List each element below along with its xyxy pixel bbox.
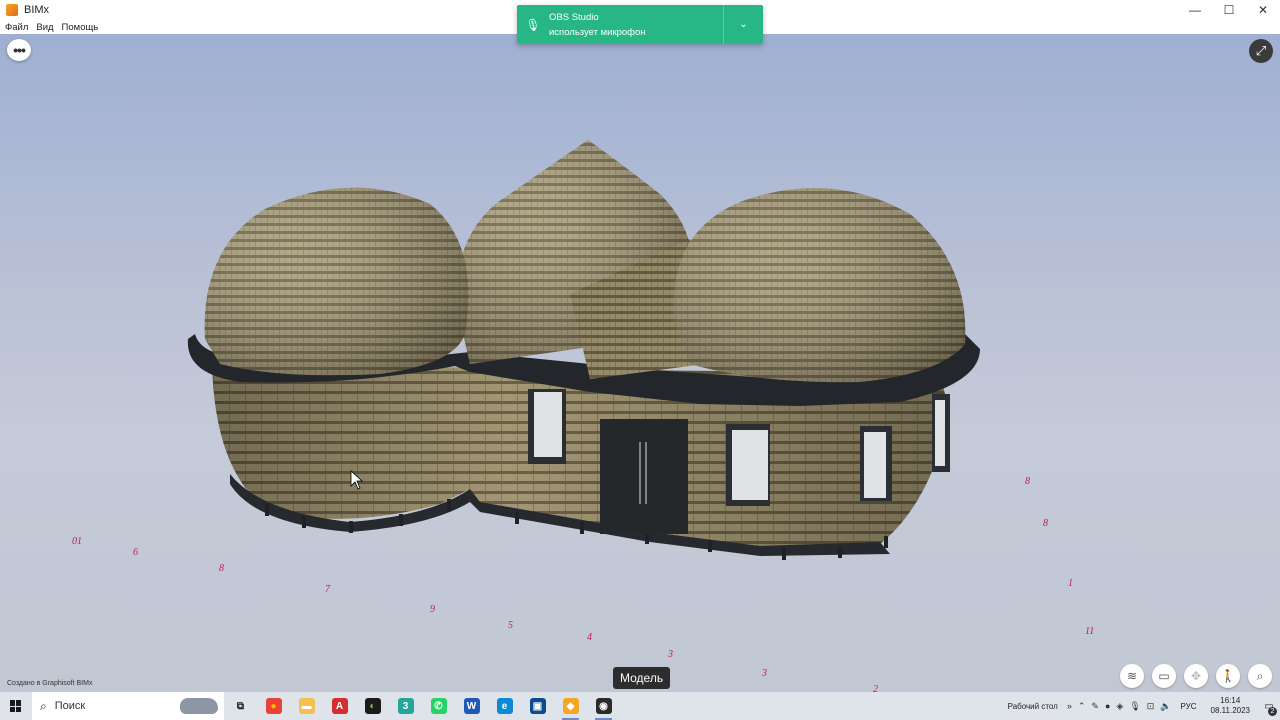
obs-icon: ◉ — [595, 698, 612, 714]
windows-logo-icon — [10, 700, 22, 712]
menu-view[interactable]: Вид — [36, 22, 53, 33]
notification-count: 2 — [1268, 707, 1277, 716]
network-icon[interactable]: ⊡ — [1147, 701, 1155, 712]
notification-app-name: OBS Studio — [549, 11, 599, 23]
grid-label: 8 — [1043, 518, 1048, 529]
chevron-down-icon[interactable]: ⌄ — [723, 5, 763, 44]
grid-label: 4 — [587, 632, 592, 643]
model-viewport[interactable]: 01 6 8 7 9 5 4 3 3 2 1 8 8 11 ••• ⤢ Созд… — [0, 34, 1280, 692]
task-view-icon: ⧉ — [236, 700, 245, 712]
taskbar-app-edge[interactable]: e — [488, 692, 521, 720]
desktop-chevron-icon[interactable]: » — [1067, 701, 1072, 711]
grid-label: 3 — [761, 668, 767, 679]
microphone-icon[interactable]: 🎙 — [1129, 701, 1140, 712]
app-monitor-icon: ▣ — [529, 698, 546, 714]
walk-icon[interactable]: 🚶 — [1216, 664, 1240, 688]
app-green-icon: ◐ — [364, 698, 381, 714]
obs-notification[interactable]: 🎙 OBS Studio использует микрофон ⌄ — [517, 5, 763, 44]
layers-icon[interactable]: ≋ — [1120, 664, 1144, 688]
taskbar-app-acrobat[interactable]: A — [323, 692, 356, 720]
taskbar-app-app-3[interactable]: 3 — [389, 692, 422, 720]
roof-domes — [204, 140, 966, 383]
gamepad-icon[interactable]: ✥ — [1184, 664, 1208, 688]
grid-label: 2 — [873, 684, 878, 692]
grid-label: 5 — [508, 620, 513, 631]
grid-label: 7 — [325, 584, 331, 595]
desktop-toolbar-label[interactable]: Рабочий стол — [1008, 702, 1058, 711]
microphone-icon: 🎙 — [525, 17, 541, 32]
taskbar-app-task-view[interactable]: ⧉ — [224, 692, 257, 720]
notification-center-icon[interactable]: ▭ 2 — [1258, 692, 1280, 720]
clock[interactable]: 16:14 08.11.2023 — [1211, 696, 1250, 716]
shield-icon[interactable]: ◈ — [1116, 701, 1123, 712]
viewer-menu-button[interactable]: ••• — [7, 39, 31, 61]
language-indicator[interactable]: РУС — [1181, 702, 1197, 711]
taskbar-app-bimx[interactable]: ◆ — [554, 692, 587, 720]
building-model-render: 01 6 8 7 9 5 4 3 3 2 1 8 8 11 — [72, 140, 1094, 692]
bimx-icon: ◆ — [562, 698, 579, 714]
taskbar-search[interactable]: ⌕ Поиск — [32, 692, 224, 720]
taskbar-app-whatsapp[interactable]: ✆ — [422, 692, 455, 720]
app-word-icon: W — [463, 698, 480, 714]
taskbar-app-app-monitor[interactable]: ▣ — [521, 692, 554, 720]
taskbar-app-app-green[interactable]: ◐ — [356, 692, 389, 720]
grid-label: 01 — [72, 536, 82, 547]
acrobat-icon: A — [331, 698, 348, 714]
grid-label: 8 — [1025, 476, 1030, 487]
app-3-icon: 3 — [397, 698, 414, 714]
grid-label: 11 — [1085, 626, 1094, 637]
search-icon: ⌕ — [40, 698, 47, 713]
taskbar-apps: ⧉ ● ▬ A ◐ 3 ✆ We ▣ ◆ ◉ — [224, 692, 620, 720]
edge-icon: e — [496, 698, 513, 714]
taskbar: ⌕ Поиск ⧉ ● ▬ A ◐ 3 ✆ We ▣ ◆ ◉ Рабочий стол » ⌃ ✎ … — [0, 692, 1280, 720]
file-explorer-icon: ▬ — [298, 698, 315, 714]
search-zoom-icon[interactable]: ⌕ — [1248, 664, 1272, 688]
start-button[interactable] — [0, 692, 32, 720]
grid-label: 1 — [1068, 578, 1073, 589]
window-title: BIMx — [24, 4, 50, 16]
taskbar-app-obs[interactable]: ◉ — [587, 692, 620, 720]
tray-app-icon[interactable]: ● — [1105, 701, 1110, 711]
whatsapp-icon: ✆ — [430, 698, 447, 714]
close-button[interactable]: ✕ — [1246, 0, 1280, 20]
maximize-button[interactable]: ☐ — [1212, 0, 1246, 20]
model-mode-label[interactable]: Модель — [613, 667, 671, 689]
taskbar-app-file-explorer[interactable]: ▬ — [290, 692, 323, 720]
notification-message: использует микрофон — [549, 26, 646, 38]
grid-label: 8 — [219, 563, 224, 574]
viewer-window-icon[interactable]: ▭ — [1152, 664, 1176, 688]
search-placeholder: Поиск — [54, 700, 86, 712]
taskbar-app-chrome[interactable]: ● — [257, 692, 290, 720]
system-tray: Рабочий стол » ⌃ ✎ ● ◈ 🎙 ⊡ 🔈 РУС 16:14 0… — [1008, 692, 1280, 720]
menu-help[interactable]: Помощь — [62, 22, 99, 33]
pen-icon[interactable]: ✎ — [1091, 701, 1099, 712]
grid-label: 9 — [430, 604, 435, 615]
fullscreen-expand-button[interactable]: ⤢ — [1249, 39, 1273, 63]
navigation-toolbar: ≋ ▭ ✥ 🚶 ⌕ — [1120, 664, 1280, 688]
minimize-button[interactable]: — — [1178, 0, 1212, 20]
search-highlight-icon — [180, 698, 218, 714]
bimx-app-icon — [6, 4, 18, 16]
menu-file[interactable]: Файл — [5, 22, 28, 33]
credit-text: Создано в Graphisoft BIMx — [7, 680, 93, 687]
grid-label: 6 — [133, 547, 138, 558]
clock-date: 08.11.2023 — [1210, 706, 1250, 715]
taskbar-app-app-word[interactable]: W — [455, 692, 488, 720]
chrome-icon: ● — [265, 698, 282, 714]
grid-label: 3 — [667, 649, 673, 660]
clock-time: 16:14 — [1220, 696, 1241, 705]
window-controls: — ☐ ✕ — [1178, 0, 1280, 20]
tray-overflow-icon[interactable]: ⌃ — [1078, 701, 1086, 712]
volume-icon[interactable]: 🔈 — [1160, 701, 1171, 712]
